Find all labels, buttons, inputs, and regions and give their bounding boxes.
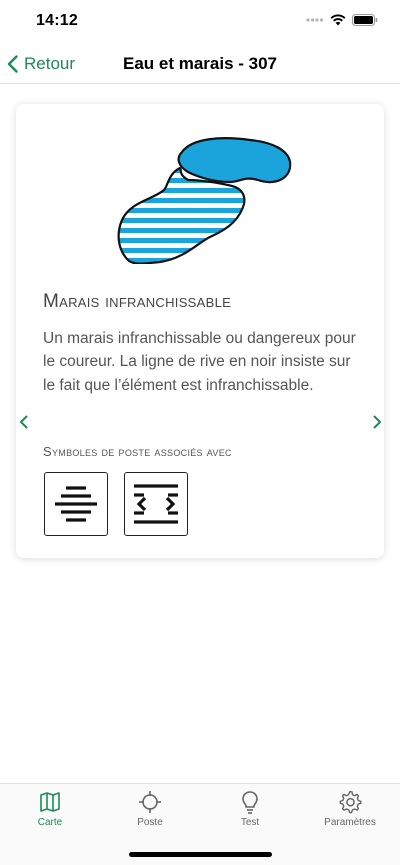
tab-poste[interactable]: Poste bbox=[100, 790, 200, 834]
status-bar: 14:12 bbox=[0, 0, 400, 44]
wifi-icon bbox=[330, 14, 346, 26]
tab-label: Poste bbox=[137, 817, 163, 828]
marsh-lines-icon bbox=[55, 486, 97, 522]
previous-chevron-icon[interactable] bbox=[17, 414, 31, 430]
status-time: 14:12 bbox=[36, 12, 78, 29]
tab-label: Test bbox=[240, 817, 260, 828]
marsh-bracket-icon bbox=[134, 484, 178, 524]
symbols-title: Symboles de poste associés avec bbox=[43, 444, 232, 459]
battery-icon bbox=[352, 14, 378, 26]
lightbulb-icon bbox=[242, 791, 258, 814]
card-description: Un marais infranchissable ou dangereux p… bbox=[43, 330, 356, 394]
tab-carte[interactable]: Carte bbox=[0, 790, 100, 834]
nav-bar: Retour Eau et marais - 307 bbox=[0, 44, 400, 84]
home-indicator bbox=[129, 852, 272, 857]
crosshair-icon bbox=[139, 791, 161, 813]
marsh-illustration bbox=[117, 137, 292, 264]
map-icon bbox=[40, 792, 60, 812]
card-title: Marais infranchissable bbox=[43, 291, 232, 312]
symbols-list bbox=[44, 472, 188, 536]
next-chevron-icon[interactable] bbox=[370, 414, 384, 430]
symbol-card: Marais infranchissable Un marais infranc… bbox=[16, 104, 384, 558]
tab-test[interactable]: Test bbox=[200, 790, 300, 834]
page-title: Eau et marais - 307 bbox=[122, 54, 278, 73]
tab-parametres[interactable]: Paramètres bbox=[300, 790, 400, 834]
gear-icon bbox=[339, 790, 362, 814]
symbol-marsh-horizontal-lines[interactable] bbox=[44, 472, 108, 536]
tab-label: Carte bbox=[37, 817, 63, 828]
signal-icon bbox=[306, 18, 324, 22]
tab-label: Paramètres bbox=[324, 817, 376, 828]
status-icons bbox=[306, 14, 378, 26]
symbol-marsh-bracket-lines[interactable] bbox=[124, 472, 188, 536]
